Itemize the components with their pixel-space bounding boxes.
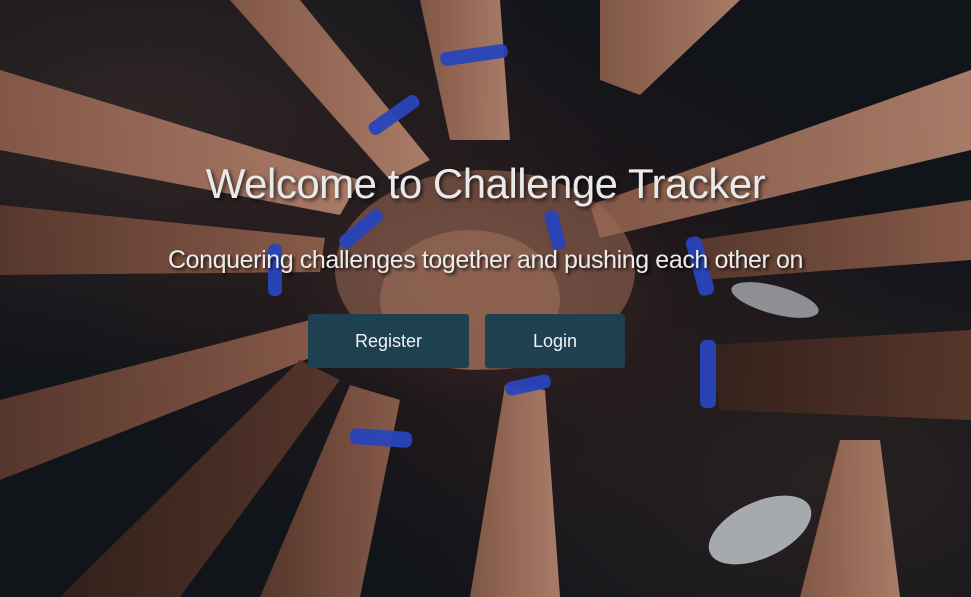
login-button[interactable]: Login [485, 314, 625, 368]
page-title: Welcome to Challenge Tracker [205, 160, 766, 207]
page-subtitle: Conquering challenges together and pushi… [167, 246, 804, 274]
register-button[interactable]: Register [308, 314, 469, 368]
background-dim-overlay [0, 0, 971, 597]
hero-section: Welcome to Challenge Tracker Conquering … [0, 0, 971, 597]
